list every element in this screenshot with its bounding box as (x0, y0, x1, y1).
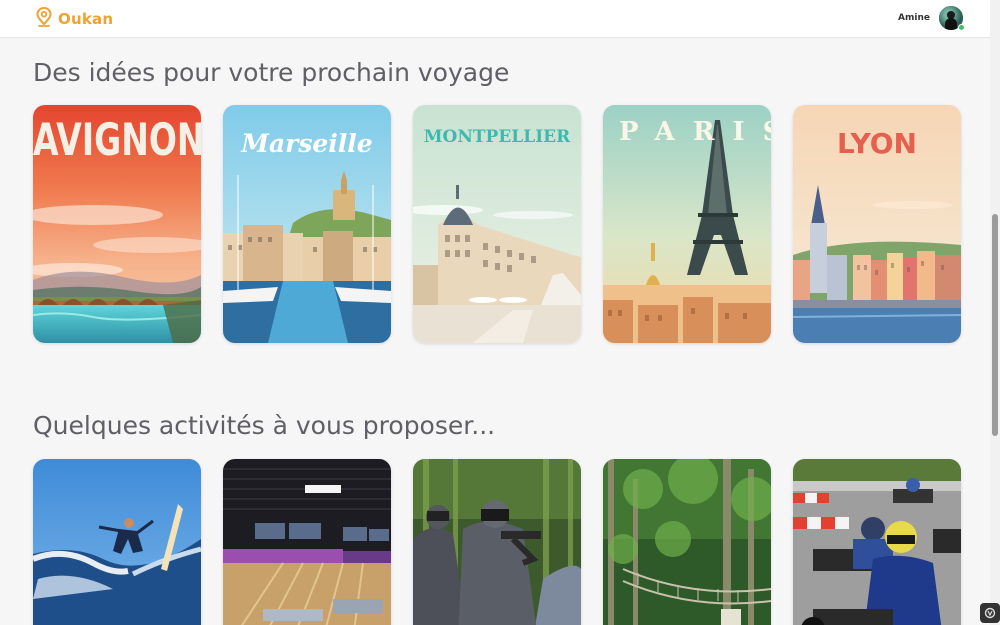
avatar[interactable] (939, 6, 965, 31)
paintball-photo-icon (413, 459, 581, 625)
destination-card-lyon[interactable]: LYON (793, 105, 961, 343)
brand-logo-link[interactable]: Oukan (36, 6, 114, 31)
travel-ideas-title: Des idées pour votre prochain voyage (33, 58, 510, 87)
destination-card-montpellier[interactable]: MONTPELLIER (413, 105, 581, 343)
destination-card-paris[interactable]: PARIS (603, 105, 771, 343)
top-navigation-bar: Oukan Amine (0, 0, 990, 38)
destination-card-marseille[interactable]: Marseille (223, 105, 391, 343)
activity-card-surfing[interactable] (33, 459, 201, 625)
activity-card-karting[interactable] (793, 459, 961, 625)
destination-label-avignon: AVIGNON (33, 113, 201, 166)
user-menu[interactable]: Amine (898, 6, 965, 31)
destination-label-paris: PARIS (619, 117, 771, 147)
destination-card-avignon[interactable]: AVIGNON (33, 105, 201, 343)
treetop-adventure-photo-icon (603, 459, 771, 625)
activity-card-paintball[interactable] (413, 459, 581, 625)
destination-label-marseille: Marseille (241, 129, 373, 158)
corner-widget-icon[interactable] (980, 603, 1000, 623)
page-scrollbar[interactable] (990, 0, 1000, 625)
destination-label-lyon: LYON (837, 127, 917, 160)
destination-label-montpellier: MONTPELLIER (423, 127, 571, 147)
karting-photo-icon (793, 459, 961, 625)
bowling-photo-icon (223, 459, 391, 625)
activity-card-treetop-adventure[interactable] (603, 459, 771, 625)
activity-card-bowling[interactable] (223, 459, 391, 625)
user-name: Amine (898, 13, 930, 23)
location-pin-icon (36, 6, 52, 31)
activities-title: Quelques activités à vous proposer... (33, 411, 496, 440)
surfing-photo-icon (33, 459, 201, 625)
brand-name: Oukan (58, 10, 114, 28)
scrollbar-thumb[interactable] (992, 214, 998, 436)
online-status-dot (958, 24, 965, 31)
